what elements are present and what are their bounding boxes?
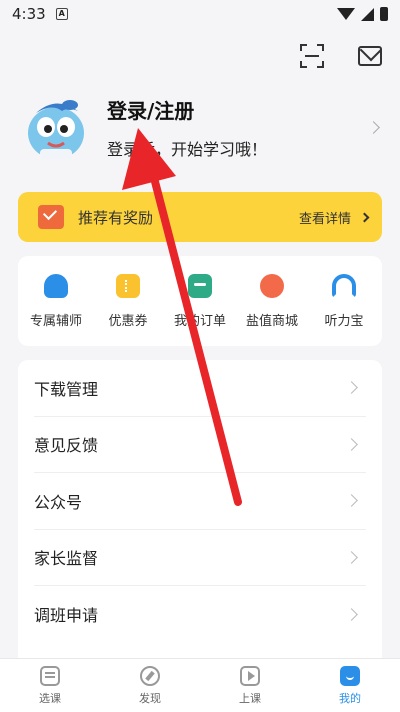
shortcut-label: 听力宝: [324, 313, 364, 329]
view-details-link[interactable]: 查看详情: [298, 208, 370, 227]
tab-label: 我的: [339, 691, 361, 705]
chevron-right-icon: [359, 212, 370, 222]
shortcut-tutor[interactable]: 专属辅师: [20, 273, 92, 329]
view-details-label: 查看详情: [298, 211, 351, 227]
chevron-right-icon: [345, 494, 358, 508]
avatar: [28, 100, 84, 159]
shortcut-listening[interactable]: 听力宝: [308, 273, 380, 329]
course-list-icon: [40, 665, 60, 686]
status-bar: 4:33 A: [0, 0, 400, 28]
tab-label: 发现: [139, 691, 161, 705]
login-register-title[interactable]: 登录/注册: [107, 95, 267, 124]
status-time: 4:33: [12, 5, 46, 23]
tab-discover[interactable]: 发现: [100, 659, 200, 712]
order-icon: [188, 273, 212, 298]
mail-icon[interactable]: [358, 46, 382, 66]
login-subtitle: 登录后，开始学习哦！: [107, 139, 268, 159]
menu-item-feedback[interactable]: 意见反馈: [34, 417, 366, 473]
shortcut-coupon[interactable]: 优惠券: [92, 273, 164, 329]
scan-icon[interactable]: [300, 44, 324, 68]
notification-a-icon: A: [55, 8, 68, 20]
shortcut-label: 专属辅师: [29, 313, 82, 329]
menu-item-class-transfer[interactable]: 调班申请: [34, 586, 366, 643]
shortcut-mall[interactable]: 盐值商城: [236, 273, 308, 329]
shortcut-orders[interactable]: 我的订单: [164, 273, 236, 329]
menu-item-downloads[interactable]: 下载管理: [34, 360, 366, 417]
compass-icon: [140, 665, 160, 686]
tab-mine[interactable]: 我的: [300, 659, 400, 712]
menu-item-label: 下载管理: [34, 379, 99, 399]
menu-item-parent-supervision[interactable]: 家长监督: [34, 530, 366, 586]
login-profile-card[interactable]: 登录/注册 登录后，开始学习哦！: [22, 92, 380, 162]
menu-item-label: 调班申请: [34, 606, 99, 626]
gift-envelope-icon: [38, 205, 64, 229]
tab-label: 上课: [239, 691, 261, 705]
smile-icon: [340, 665, 360, 686]
settings-menu: 下载管理 意见反馈 公众号 家长监督 调班申请: [18, 360, 382, 670]
profile-text: 登录/注册 登录后，开始学习哦！: [107, 95, 267, 160]
chevron-right-icon: [345, 381, 358, 395]
coupon-icon: [116, 273, 140, 298]
banner-text: 推荐有奖励: [78, 208, 154, 227]
status-right: [337, 7, 388, 21]
signal-icon: [361, 7, 374, 21]
chevron-right-icon: [367, 120, 380, 134]
tab-courses[interactable]: 选课: [0, 659, 100, 712]
shortcut-label: 优惠券: [108, 313, 148, 329]
battery-icon: [380, 7, 388, 21]
headphones-icon: [332, 273, 356, 298]
shortcut-grid: 专属辅师 优惠券 我的订单 盐值商城 听力宝: [18, 256, 382, 346]
chevron-right-icon: [345, 607, 358, 621]
tab-class[interactable]: 上课: [200, 659, 300, 712]
play-icon: [240, 665, 260, 686]
shortcut-label: 我的订单: [173, 313, 226, 329]
referral-banner[interactable]: 推荐有奖励 查看详情: [18, 192, 382, 242]
bottom-tab-bar: 选课 发现 上课 我的: [0, 658, 400, 712]
header-actions: [300, 44, 382, 68]
shortcut-label: 盐值商城: [245, 313, 298, 329]
tab-label: 选课: [39, 691, 61, 705]
chevron-right-icon: [345, 550, 358, 564]
menu-item-label: 家长监督: [34, 549, 99, 569]
mall-icon: [260, 273, 284, 298]
wifi-icon: [337, 8, 355, 20]
tutor-icon: [44, 273, 68, 298]
chevron-right-icon: [345, 437, 358, 451]
menu-item-official-account[interactable]: 公众号: [34, 473, 366, 530]
menu-item-label: 意见反馈: [34, 436, 99, 456]
menu-item-label: 公众号: [34, 492, 83, 512]
